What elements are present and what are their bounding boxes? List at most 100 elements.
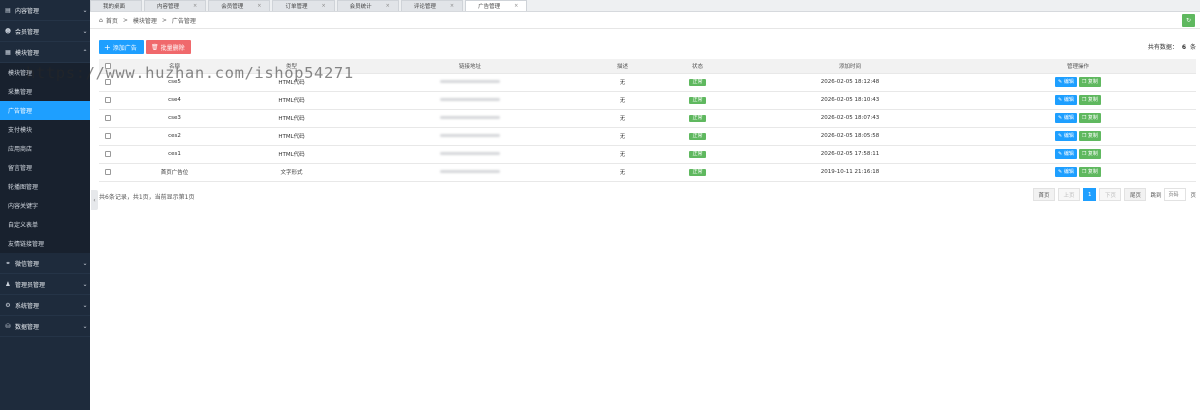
last-page-button[interactable]: 尾页 xyxy=(1124,188,1147,201)
sidebar-submenu: 模块管理 采集管理 广告管理 支付模块 应用商店 留言管理 轮播图管理 内容关键字 自定义表单友… xyxy=(0,63,90,253)
select-all-checkbox[interactable] xyxy=(104,62,111,69)
tab[interactable]: 订单管理 × xyxy=(272,0,335,11)
sidebar-group-label: 微信管理 xyxy=(15,260,40,268)
close-icon[interactable]: × xyxy=(514,3,518,9)
row-checkbox[interactable] xyxy=(104,150,111,157)
sidebar-group[interactable]: ♟ 管理员管理 ⌄ xyxy=(0,274,90,295)
table-row: cse3 HTML代码无正常 2026-02-05 18:07:43 ✎ 编辑 ❐ 复制 xyxy=(99,109,1196,128)
cell-link xyxy=(350,163,590,182)
add-ad-button[interactable]: + 添加广告 xyxy=(99,40,144,54)
page-unit-label: 页 xyxy=(1190,192,1196,199)
cell-name: 首页广告位 xyxy=(116,163,233,182)
batch-delete-button[interactable]: 🗑 批量删除 xyxy=(146,40,191,54)
edit-button[interactable]: ✎ 编辑 xyxy=(1055,95,1077,105)
table-header-row: 名称 类型 链接地址 描述 状态 添加时间 管理操作 xyxy=(99,59,1196,74)
first-page-button[interactable]: 首页 xyxy=(1032,188,1055,201)
cell-link xyxy=(350,109,590,128)
sidebar-item[interactable]: 留言管理 xyxy=(0,158,90,177)
close-icon[interactable]: × xyxy=(193,3,197,9)
row-checkbox[interactable] xyxy=(104,96,111,103)
sidebar-collapse-handle[interactable]: ‹ xyxy=(91,190,98,210)
wechat-icon: ⚭ xyxy=(5,259,11,267)
close-icon[interactable]: × xyxy=(321,3,325,9)
breadcrumb-current: 广告管理 xyxy=(171,17,196,25)
edit-button[interactable]: ✎ 编辑 xyxy=(1055,131,1077,141)
copy-label: 复制 xyxy=(1087,133,1098,139)
breadcrumb-level1[interactable]: 模块管理 xyxy=(133,16,157,25)
edit-button[interactable]: ✎ 编辑 xyxy=(1055,77,1077,87)
sidebar-group[interactable]: ▦ 模块管理 ⌃ xyxy=(0,42,90,63)
sidebar-item[interactable]: 支付模块 xyxy=(0,120,90,139)
cell-type: HTML代码 xyxy=(233,145,350,164)
edit-button[interactable]: ✎ 编辑 xyxy=(1055,149,1077,159)
copy-button[interactable]: ❐ 复制 xyxy=(1078,167,1101,177)
gear-icon: ⚙ xyxy=(5,301,11,309)
plus-icon: + xyxy=(104,42,111,52)
sidebar-item[interactable]: 模块管理 xyxy=(0,63,90,82)
sidebar-item[interactable]: 内容关键字 xyxy=(0,196,90,215)
row-checkbox-cell xyxy=(99,73,116,92)
sidebar-item[interactable]: 友情链接管理 xyxy=(0,234,90,253)
sidebar-item[interactable]: 应用商店 xyxy=(0,139,90,158)
breadcrumb-home[interactable]: 首页 xyxy=(106,16,118,25)
copy-button[interactable]: ❐ 复制 xyxy=(1078,131,1101,141)
row-checkbox[interactable] xyxy=(104,114,111,121)
edit-button[interactable]: ✎ 编辑 xyxy=(1055,113,1077,123)
sidebar-item[interactable]: 轮播图管理 xyxy=(0,177,90,196)
chevron-down-icon: ⌄ xyxy=(82,6,88,14)
breadcrumb-separator: > xyxy=(161,16,167,24)
row-checkbox[interactable] xyxy=(104,168,111,175)
row-checkbox-cell xyxy=(99,127,116,146)
tab-label: 评论管理 xyxy=(413,4,436,10)
tab[interactable]: 我的桌面 xyxy=(90,0,142,11)
table-body: cse5 HTML代码无正常 2026-02-05 18:12:48 ✎ 编辑 ❐ 复制… xyxy=(99,73,1196,182)
close-icon[interactable]: × xyxy=(257,3,261,9)
tab[interactable]: 广告管理 × xyxy=(465,0,528,11)
next-page-button[interactable]: 下页 xyxy=(1099,188,1122,201)
copy-button[interactable]: ❐ 复制 xyxy=(1078,95,1101,105)
row-checkbox[interactable] xyxy=(104,78,111,85)
cell-time: 2026-02-05 18:12:48 xyxy=(740,73,960,92)
close-icon[interactable]: × xyxy=(450,3,454,9)
tab[interactable]: 会员管理 × xyxy=(208,0,271,11)
chevron-down-icon: ⌄ xyxy=(82,280,88,288)
cell-time: 2026-02-05 18:10:43 xyxy=(740,91,960,110)
row-checkbox[interactable] xyxy=(104,132,111,139)
edit-label: 编辑 xyxy=(1063,133,1074,139)
sidebar-group[interactable]: ⛁ 数据管理 ⌄ xyxy=(0,316,90,337)
sidebar-group[interactable]: ☻ 会员管理 ⌄ xyxy=(0,21,90,42)
copy-label: 复制 xyxy=(1087,169,1098,175)
sidebar-group[interactable]: ⚙ 系统管理 ⌄ xyxy=(0,295,90,316)
sidebar-item[interactable]: 自定义表单 xyxy=(0,215,90,234)
copy-button[interactable]: ❐ 复制 xyxy=(1078,149,1101,159)
cell-link xyxy=(350,145,590,164)
copy-button[interactable]: ❐ 复制 xyxy=(1078,77,1101,87)
copy-button[interactable]: ❐ 复制 xyxy=(1078,113,1101,123)
copy-label: 复制 xyxy=(1087,79,1098,85)
sidebar-item[interactable]: 采集管理 xyxy=(0,82,90,101)
status-badge: 正常 xyxy=(689,132,706,140)
prev-page-button[interactable]: 上页 xyxy=(1057,188,1080,201)
tab[interactable]: 内容管理 × xyxy=(144,0,207,11)
add-ad-label: 添加广告 xyxy=(112,44,137,52)
chevron-up-icon: ⌃ xyxy=(82,48,88,56)
select-all-checkbox-cell[interactable] xyxy=(99,59,116,74)
sidebar-group[interactable]: ▤ 内容管理 ⌄ xyxy=(0,0,90,21)
blurred-link xyxy=(440,116,500,119)
close-icon[interactable]: × xyxy=(386,3,390,9)
table-row: cse5 HTML代码无正常 2026-02-05 18:12:48 ✎ 编辑 ❐ 复制 xyxy=(99,73,1196,92)
cell-name: cse3 xyxy=(116,109,233,128)
sidebar-item[interactable]: 广告管理 xyxy=(0,101,90,120)
refresh-button[interactable]: ↻ xyxy=(1182,14,1195,27)
tab[interactable]: 会员统计 × xyxy=(336,0,399,11)
status-badge: 正常 xyxy=(689,78,706,86)
tab[interactable]: 评论管理 × xyxy=(400,0,464,11)
jump-page-input[interactable] xyxy=(1164,188,1187,201)
blurred-link xyxy=(440,152,500,155)
column-header: 状态 xyxy=(655,59,740,74)
sidebar-group[interactable]: ⚭ 微信管理 ⌄ xyxy=(0,253,90,274)
current-page-button[interactable]: 1 xyxy=(1082,188,1097,201)
blurred-link xyxy=(440,80,500,83)
edit-button[interactable]: ✎ 编辑 xyxy=(1055,167,1077,177)
cell-actions: ✎ 编辑 ❐ 复制 xyxy=(960,163,1196,182)
